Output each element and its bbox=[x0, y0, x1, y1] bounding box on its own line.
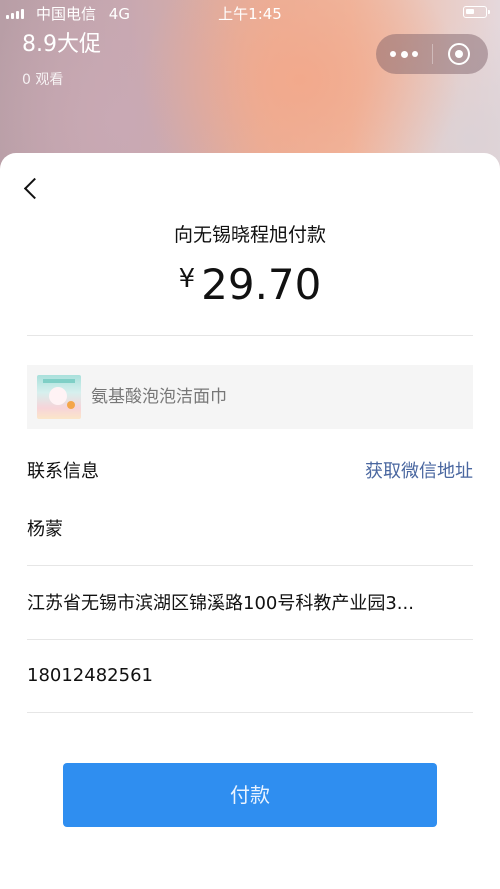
divider bbox=[27, 712, 473, 713]
chevron-left-icon bbox=[23, 177, 46, 200]
address-field[interactable]: 江苏省无锡市滨湖区锦溪路100号科教产业园3... bbox=[27, 591, 473, 617]
more-dots-icon[interactable] bbox=[390, 46, 418, 62]
circle-close-icon[interactable] bbox=[448, 43, 470, 65]
back-button[interactable] bbox=[18, 175, 46, 203]
amount-value: 29.70 bbox=[201, 260, 322, 309]
contact-name-field[interactable]: 杨蒙 bbox=[27, 517, 473, 543]
mini-program-capsule bbox=[376, 34, 488, 74]
product-thumbnail bbox=[37, 375, 81, 419]
get-wechat-address-link[interactable]: 获取微信地址 bbox=[365, 459, 473, 485]
currency-symbol: ¥ bbox=[178, 264, 196, 294]
divider bbox=[27, 565, 473, 566]
phone-field[interactable]: 18012482561 bbox=[27, 663, 473, 689]
payment-sheet: 向无锡晓程旭付款 ¥29.70 氨基酸泡泡洁面巾 联系信息 获取微信地址 杨蒙 … bbox=[0, 153, 500, 889]
contact-info-label: 联系信息 bbox=[27, 461, 99, 482]
viewer-count: 0 观看 bbox=[22, 72, 64, 88]
product-name: 氨基酸泡泡洁面巾 bbox=[91, 387, 227, 407]
battery-icon bbox=[463, 6, 490, 18]
pay-button[interactable]: 付款 bbox=[63, 763, 437, 827]
payment-screen: 中国电信 4G 上午1:45 8.9大促 0 观看 向无锡晓程旭付款 ¥29.7… bbox=[0, 0, 500, 889]
status-bar: 中国电信 4G 上午1:45 bbox=[0, 0, 500, 28]
status-time: 上午1:45 bbox=[218, 5, 282, 23]
divider bbox=[27, 639, 473, 640]
divider bbox=[27, 335, 473, 336]
payee-title: 向无锡晓程旭付款 bbox=[173, 224, 326, 246]
product-item: 氨基酸泡泡洁面巾 bbox=[27, 365, 473, 429]
payment-amount: ¥29.70 bbox=[0, 257, 500, 322]
live-title: 8.9大促 bbox=[22, 32, 101, 57]
capsule-divider bbox=[432, 44, 433, 64]
